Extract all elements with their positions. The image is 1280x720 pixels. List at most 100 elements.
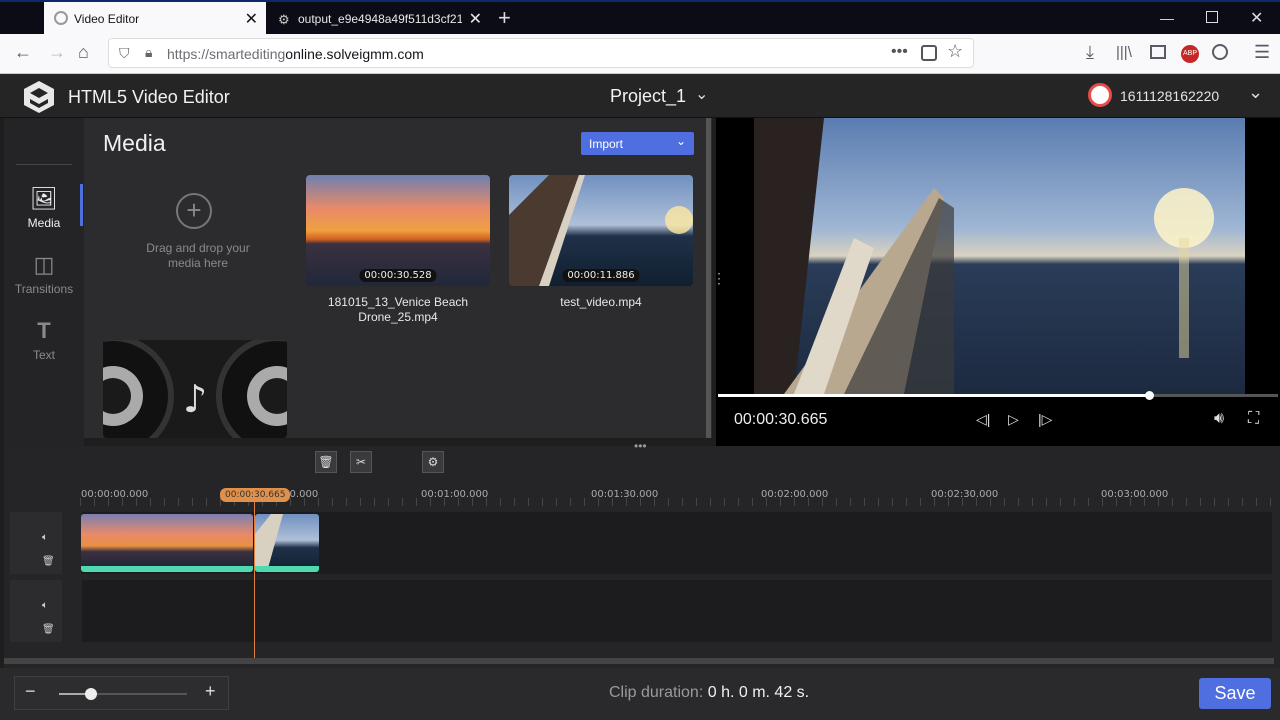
clip-bar [255, 566, 319, 572]
more-icon[interactable]: ••• [891, 43, 908, 61]
speaker-image: ♪ [103, 340, 287, 438]
next-frame-icon[interactable]: |▷ [1038, 411, 1052, 428]
delete-button[interactable]: 🗑︎ [315, 451, 337, 473]
zoom-control: − + [14, 676, 229, 710]
sidebar-item-transitions[interactable]: ◫ Transitions [4, 252, 84, 296]
adblock-icon[interactable]: ABP [1181, 45, 1199, 63]
zoom-in-button[interactable]: + [205, 681, 216, 702]
playhead[interactable] [254, 500, 255, 660]
globe-icon [54, 11, 68, 25]
lock-icon: 🔒︎ [145, 44, 153, 60]
video-preview: ⋮ [712, 118, 1280, 446]
seek-bar[interactable] [718, 391, 1278, 400]
url-bar[interactable]: ⛉ 🔒︎ https://smarteditingonline.solveigm… [108, 38, 974, 68]
resize-handle[interactable]: ••• [634, 439, 647, 453]
clip-duration: Clip duration: 0 h. 0 m. 42 s. [609, 684, 810, 701]
save-button[interactable]: Save [1199, 678, 1271, 709]
forward-icon[interactable]: → [48, 42, 66, 63]
media-thumbnail[interactable]: 00:00:11.886 [509, 175, 693, 286]
user-id: 1611128162220 [1120, 88, 1220, 104]
pocket-icon[interactable] [921, 45, 937, 61]
sidebar-item-media[interactable]: 🖼︎ Media [4, 186, 84, 230]
scissors-icon: ✂ [355, 455, 367, 469]
tab-video-editor[interactable]: Video Editor ✕ [44, 2, 266, 36]
bookmark-star-icon[interactable]: ☆ [947, 41, 963, 62]
project-selector[interactable]: Project_1 ⌄ [600, 74, 720, 118]
play-icon[interactable]: ▷ [1008, 411, 1019, 428]
track-controls: 🔈︎ 🗑︎ [10, 512, 62, 574]
media-title: Media [103, 130, 166, 156]
tab-output[interactable]: ⚙ output_e9e4948a49f511d3cf219 ✕ [268, 2, 490, 36]
clip-bar [81, 566, 253, 572]
trash-icon[interactable]: 🗑︎ [42, 624, 55, 635]
ruler-label: 00:01:30.000 [591, 489, 659, 500]
zoom-out-button[interactable]: − [25, 681, 36, 702]
transition-icon: ◫ [33, 252, 55, 277]
playhead-label: 00:00:30.665 [220, 488, 291, 502]
divider [16, 164, 72, 165]
audio-track [82, 580, 1272, 642]
seek-progress [718, 394, 1150, 397]
trash-icon: 🗑︎ [318, 455, 334, 469]
maximize-icon[interactable] [1206, 11, 1218, 23]
library-icon[interactable]: |||\ [1116, 44, 1132, 61]
trash-icon[interactable]: 🗑︎ [42, 556, 55, 567]
duration-badge: 00:00:30.528 [359, 269, 437, 282]
image-icon: 🖼︎ [30, 186, 58, 211]
minimize-icon[interactable]: — [1160, 10, 1174, 26]
settings-button[interactable]: ⚙ [422, 451, 444, 473]
browser-tab-bar: Video Editor ✕ ⚙ output_e9e4948a49f511d3… [0, 0, 1280, 36]
volume-icon[interactable]: 🔊︎ [1214, 410, 1224, 428]
media-thumbnail[interactable]: 00:00:30.528 [306, 175, 490, 286]
scrollbar[interactable] [706, 118, 711, 438]
audio-thumbnail[interactable]: ♪ [103, 340, 287, 438]
close-window-icon[interactable]: ✕ [1250, 8, 1263, 28]
add-icon: + [176, 193, 212, 229]
sidebar: 🖼︎ Media ◫ Transitions T Text [4, 118, 84, 446]
timeline-clip[interactable] [81, 514, 253, 572]
app-header: HTML5 Video Editor Project_1 ⌄ 161112816… [0, 74, 1280, 118]
ruler-label: 00:02:00.000 [761, 489, 829, 500]
chevron-down-icon: ⌄ [695, 86, 709, 103]
split-button[interactable]: ✂ [350, 451, 372, 473]
speaker-icon[interactable]: 🔈︎ [42, 532, 48, 543]
seek-handle[interactable] [1145, 391, 1155, 400]
close-tab-icon[interactable]: ✕ [245, 9, 258, 29]
media-name: test_video.mp4 [560, 295, 642, 309]
account-icon[interactable] [1212, 44, 1228, 60]
prev-frame-icon[interactable]: ◁| [976, 411, 990, 428]
shield-icon: ⛉ [119, 45, 130, 61]
track-controls: 🔈︎ 🗑︎ [10, 580, 62, 642]
speaker-icon[interactable]: 🔈︎ [42, 600, 48, 611]
close-tab-icon[interactable]: ✕ [469, 9, 482, 29]
app-title: HTML5 Video Editor [68, 87, 230, 107]
boat-scene-image [754, 118, 1214, 394]
new-tab-button[interactable]: + [498, 5, 511, 31]
zoom-handle[interactable] [85, 688, 97, 700]
video-frame [754, 118, 1245, 394]
drop-zone[interactable]: + Drag and drop your media here [106, 175, 290, 285]
ruler-label: 00:03:00.000 [1101, 489, 1169, 500]
app-logo-icon [24, 81, 54, 113]
timeline-scrollbar[interactable] [4, 658, 1274, 664]
gear-icon: ⚙ [278, 12, 290, 27]
zoom-slider[interactable] [59, 688, 187, 700]
boat-bow-image [255, 514, 283, 572]
avatar[interactable] [1088, 83, 1112, 107]
chevron-down-icon[interactable]: ⌄ [1248, 82, 1263, 103]
duration-badge: 00:00:11.886 [562, 269, 640, 282]
back-icon[interactable]: ← [14, 42, 32, 63]
drag-handle[interactable]: ⋮ [712, 270, 726, 287]
sidebar-item-text[interactable]: T Text [4, 318, 84, 362]
reader-view-icon[interactable] [1150, 45, 1166, 59]
browser-nav-bar: ← → ⌂ ⛉ 🔒︎ https://smarteditingonline.so… [0, 34, 1280, 74]
download-icon[interactable]: ⤓ [1086, 42, 1094, 63]
home-icon[interactable]: ⌂ [78, 42, 89, 63]
fullscreen-icon[interactable]: ⛶ [1248, 410, 1259, 428]
menu-icon[interactable]: ☰ [1254, 42, 1270, 63]
timeline-clip[interactable] [255, 514, 319, 572]
current-time: 00:00:30.665 [734, 411, 828, 428]
media-name: 181015_13_Venice Beach Drone_25.mp4 [327, 295, 469, 324]
ruler-label: 00:01:00.000 [421, 489, 489, 500]
import-button[interactable]: Import ⌄ [581, 132, 694, 155]
